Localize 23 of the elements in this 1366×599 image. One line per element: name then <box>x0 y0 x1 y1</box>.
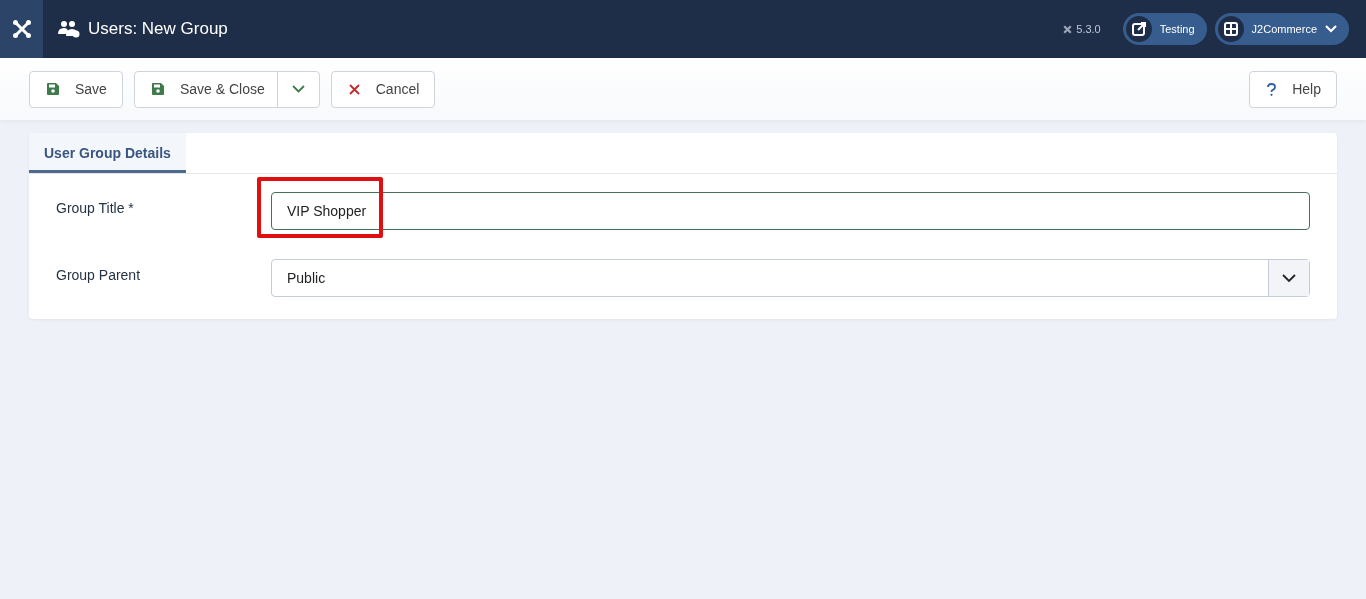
field-label: Group Title * <box>56 199 135 218</box>
chevron-down-icon <box>1282 273 1296 283</box>
logo-tile[interactable] <box>0 0 43 58</box>
grid-icon <box>1223 22 1238 36</box>
users-icon <box>58 20 80 38</box>
help-button[interactable]: Help <box>1249 70 1337 108</box>
save-close-button[interactable]: Save & Close <box>133 70 278 108</box>
text-field[interactable]: VIP Shopper <box>271 192 1310 230</box>
site-link-button[interactable]: Testing <box>1122 13 1207 45</box>
close-icon <box>348 83 360 95</box>
chevron-down-icon <box>1325 25 1337 33</box>
save-button[interactable]: Save <box>29 70 123 108</box>
select-field[interactable]: Public <box>271 259 1310 297</box>
chevron-down-icon <box>291 85 305 93</box>
page-title: Users: New Group <box>88 19 228 39</box>
question-mark-icon <box>1267 82 1277 96</box>
external-link-icon <box>1131 22 1146 36</box>
tab[interactable]: User Group Details <box>29 133 186 173</box>
version-label: 5.3.0 <box>1076 23 1101 35</box>
field-label: Group Parent <box>56 266 142 285</box>
user-menu-button[interactable]: J2Commerce <box>1214 13 1349 45</box>
dropdown-toggle-button[interactable] <box>276 70 320 108</box>
cancel-button[interactable]: Cancel <box>330 70 436 108</box>
